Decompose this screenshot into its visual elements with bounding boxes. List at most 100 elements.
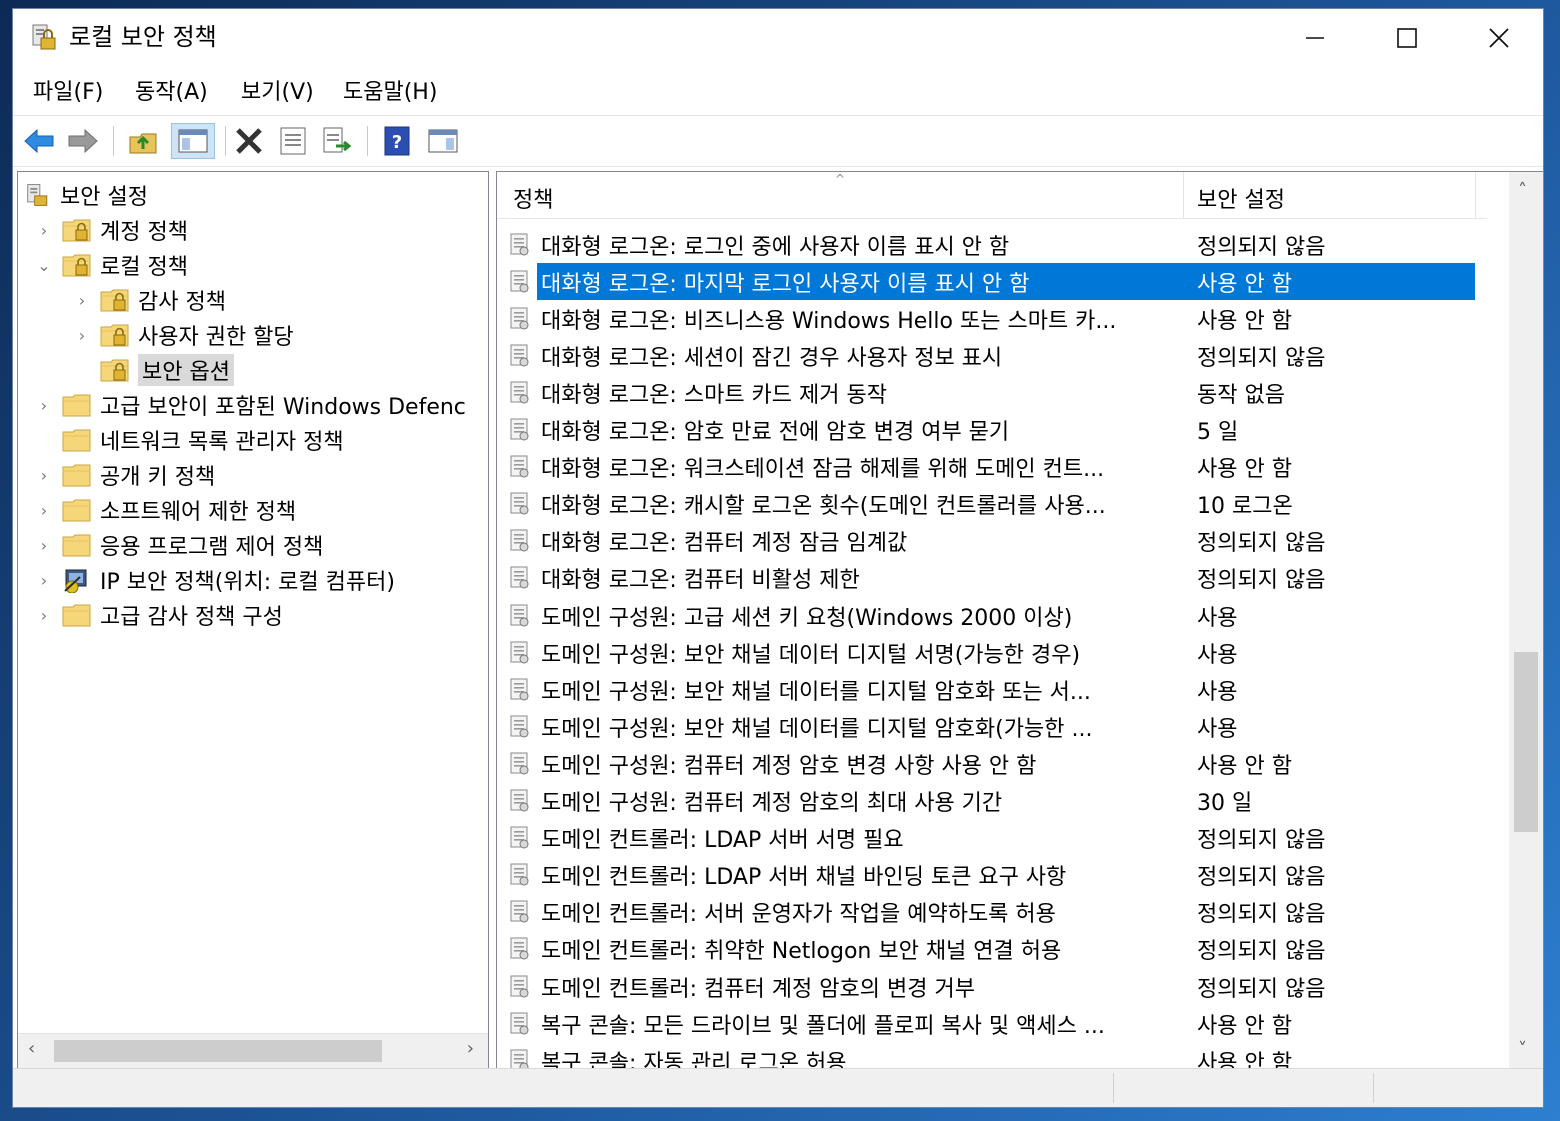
tree-label: 공개 키 정책	[100, 465, 216, 490]
scroll-left-icon[interactable]: ‹	[28, 1038, 35, 1059]
chevron-right-icon[interactable]: ›	[36, 396, 52, 415]
up-one-level-button[interactable]	[125, 123, 161, 159]
menu-view[interactable]: 보기(V)	[241, 77, 314, 109]
policy-row[interactable]: 도메인 구성원: 컴퓨터 계정 암호의 최대 사용 기간 30 일	[509, 783, 1477, 820]
delete-button[interactable]	[231, 123, 267, 159]
ip-security-icon	[64, 569, 87, 593]
vertical-scroll-thumb[interactable]	[1514, 652, 1538, 832]
tree-item[interactable]: › 계정 정책	[41, 213, 188, 247]
tree-horizontal-scrollbar[interactable]: ‹ ›	[18, 1033, 488, 1068]
policy-icon	[510, 752, 529, 775]
policy-name: 도메인 컨트롤러: LDAP 서버 채널 바인딩 토큰 요구 사항	[541, 865, 1067, 891]
window-title: 로컬 보안 정책	[69, 23, 217, 51]
tree-item[interactable]: › 사용자 권한 할당	[79, 318, 294, 352]
policy-row[interactable]: 복구 콘솔: 모든 드라이브 및 폴더에 플로피 복사 및 액세스 ... 사용 …	[509, 1005, 1477, 1042]
security-settings-icon	[27, 184, 48, 206]
policy-name: 도메인 구성원: 보안 채널 데이터를 디지털 암호화 또는 서...	[541, 679, 1091, 705]
scroll-right-icon[interactable]: ›	[467, 1038, 474, 1059]
tree-item[interactable]: 보안 옵션	[100, 353, 234, 387]
column-divider[interactable]	[1183, 172, 1184, 218]
tree-item[interactable]: › IP 보안 정책(위치: 로컬 컴퓨터)	[41, 563, 395, 597]
policy-row[interactable]: 도메인 구성원: 컴퓨터 계정 암호 변경 사항 사용 안 함 사용 안 함	[509, 745, 1477, 782]
title-bar[interactable]: 로컬 보안 정책	[13, 9, 1543, 67]
chevron-right-icon[interactable]: ›	[74, 326, 90, 345]
policy-name: 대화형 로그온: 암호 만료 전에 암호 변경 여부 묻기	[541, 420, 1010, 445]
maximize-button[interactable]	[1361, 9, 1453, 67]
policy-row[interactable]: 대화형 로그온: 암호 만료 전에 암호 변경 여부 묻기 5 일	[509, 412, 1477, 449]
policy-name: 도메인 구성원: 고급 세션 키 요청(Windows 2000 이상)	[541, 605, 1073, 631]
tree-item[interactable]: 네트워크 목록 관리자 정책	[62, 423, 344, 457]
policy-row[interactable]: 대화형 로그온: 비즈니스용 Windows Hello 또는 스마트 카...…	[509, 300, 1477, 337]
policy-setting: 사용 안 함	[1197, 457, 1292, 483]
policy-row[interactable]: 도메인 컨트롤러: LDAP 서버 서명 필요 정의되지 않음	[509, 820, 1477, 857]
policy-row[interactable]: 도메인 컨트롤러: LDAP 서버 채널 바인딩 토큰 요구 사항 정의되지 않음	[509, 857, 1477, 894]
chevron-right-icon[interactable]: ›	[36, 466, 52, 485]
scroll-down-icon[interactable]: ˅	[1518, 1039, 1527, 1060]
tree-item[interactable]: › 고급 감사 정책 구성	[41, 598, 283, 632]
column-divider[interactable]	[1475, 172, 1476, 218]
list-vertical-scrollbar[interactable]: ˄ ˅	[1509, 172, 1543, 1068]
close-button[interactable]	[1453, 9, 1545, 67]
tree-item[interactable]: › 응용 프로그램 제어 정책	[41, 528, 323, 562]
menu-file[interactable]: 파일(F)	[33, 77, 103, 109]
show-hide-action-pane-button[interactable]	[425, 123, 461, 159]
policy-icon	[510, 826, 529, 849]
menu-help[interactable]: 도움말(H)	[343, 77, 437, 109]
tree-item[interactable]: › 감사 정책	[79, 283, 226, 317]
policy-icon	[510, 900, 529, 923]
help-button[interactable]: ?	[379, 123, 415, 159]
tree-item[interactable]: ⌄ 로컬 정책	[37, 248, 188, 282]
console-tree-pane[interactable]: 보안 설정 › 계정 정책 ⌄ 로컬 정책 › 감사 정책 › 사용자 권한 할당 보안 옵션 ›…	[17, 171, 489, 1069]
column-header-policy[interactable]: 정책	[513, 182, 553, 214]
policy-row[interactable]: 도메인 구성원: 보안 채널 데이터를 디지털 암호화 또는 서... 사용	[509, 671, 1477, 708]
forward-arrow-icon	[68, 128, 98, 154]
policy-row[interactable]: 대화형 로그온: 컴퓨터 계정 잠금 임계값 정의되지 않음	[509, 523, 1477, 560]
tree-label: 보안 옵션	[138, 354, 234, 386]
policy-name: 도메인 컨트롤러: 컴퓨터 계정 암호의 변경 거부	[541, 976, 975, 1002]
minimize-button[interactable]	[1269, 9, 1361, 67]
policy-row[interactable]: 복구 콘솔: 자동 관리 로그온 허용 사용 안 함	[509, 1042, 1477, 1068]
tree-item[interactable]: › 소프트웨어 제한 정책	[41, 493, 296, 527]
chevron-right-icon[interactable]: ›	[36, 501, 52, 520]
column-header-security-setting[interactable]: 보안 설정	[1197, 182, 1285, 214]
policy-setting: 정의되지 않음	[1197, 828, 1326, 854]
horizontal-scroll-thumb[interactable]	[54, 1040, 382, 1062]
policy-name: 대화형 로그온: 마지막 로그인 사용자 이름 표시 안 함	[541, 271, 1030, 297]
policy-row[interactable]: 도메인 컨트롤러: 취약한 Netlogon 보안 채널 연결 허용 정의되지 않…	[509, 931, 1477, 968]
chevron-right-icon[interactable]: ›	[36, 536, 52, 555]
policy-row[interactable]: 대화형 로그온: 세션이 잠긴 경우 사용자 정보 표시 정의되지 않음	[509, 337, 1477, 374]
policy-row[interactable]: 대화형 로그온: 로그인 중에 사용자 이름 표시 안 함 정의되지 않음	[509, 226, 1477, 263]
policy-name: 도메인 구성원: 컴퓨터 계정 암호의 최대 사용 기간	[541, 791, 1003, 816]
menu-action[interactable]: 동작(A)	[135, 77, 208, 109]
policy-row[interactable]: 대화형 로그온: 컴퓨터 비활성 제한 정의되지 않음	[509, 560, 1477, 597]
policy-row[interactable]: 도메인 컨트롤러: 서버 운영자가 작업을 예약하도록 허용 정의되지 않음	[509, 894, 1477, 931]
chevron-down-icon[interactable]: ⌄	[36, 256, 52, 275]
properties-button[interactable]	[275, 123, 311, 159]
policy-row[interactable]: 대화형 로그온: 마지막 로그인 사용자 이름 표시 안 함 사용 안 함	[509, 263, 1477, 301]
policy-row[interactable]: 도메인 구성원: 고급 세션 키 요청(Windows 2000 이상) 사용	[509, 597, 1477, 634]
chevron-right-icon[interactable]: ›	[36, 221, 52, 240]
policy-list-pane[interactable]: 정책 ^ 보안 설정 대화형 로그온: 로그인 중에 사용자 이름 표시 안 함…	[496, 171, 1544, 1069]
export-list-button[interactable]	[319, 123, 355, 159]
tree-item[interactable]: › 공개 키 정책	[41, 458, 216, 492]
policy-row[interactable]: 대화형 로그온: 캐시할 로그온 횟수(도메인 컨트롤러를 사용... 10 로그…	[509, 486, 1477, 523]
show-hide-console-tree-button[interactable]	[171, 123, 215, 159]
policy-icon	[510, 529, 529, 552]
folder-icon	[62, 429, 91, 452]
tree-item[interactable]: › 고급 보안이 포함된 Windows Defenc	[41, 388, 466, 422]
scroll-up-icon[interactable]: ˄	[1518, 180, 1527, 201]
policy-row[interactable]: 도메인 구성원: 보안 채널 데이터를 디지털 암호화(가능한 ... 사용	[509, 708, 1477, 745]
policy-row[interactable]: 대화형 로그온: 스마트 카드 제거 동작 동작 없음	[509, 374, 1477, 411]
policy-row[interactable]: 도메인 구성원: 보안 채널 데이터 디지털 서명(가능한 경우) 사용	[509, 634, 1477, 671]
policy-setting: 사용	[1197, 642, 1238, 668]
tree-root-security-settings[interactable]: 보안 설정	[26, 178, 148, 212]
policy-row[interactable]: 도메인 컨트롤러: 컴퓨터 계정 암호의 변경 거부 정의되지 않음	[509, 968, 1477, 1005]
back-button[interactable]	[21, 123, 57, 159]
chevron-right-icon[interactable]: ›	[36, 571, 52, 590]
policy-row[interactable]: 대화형 로그온: 워크스테이션 잠금 해제를 위해 도메인 컨트... 사용 안 …	[509, 449, 1477, 486]
chevron-right-icon[interactable]: ›	[74, 291, 90, 310]
chevron-right-icon[interactable]: ›	[36, 606, 52, 625]
forward-button[interactable]	[65, 123, 101, 159]
policy-name: 도메인 구성원: 컴퓨터 계정 암호 변경 사항 사용 안 함	[541, 753, 1037, 779]
back-arrow-icon	[24, 128, 54, 154]
